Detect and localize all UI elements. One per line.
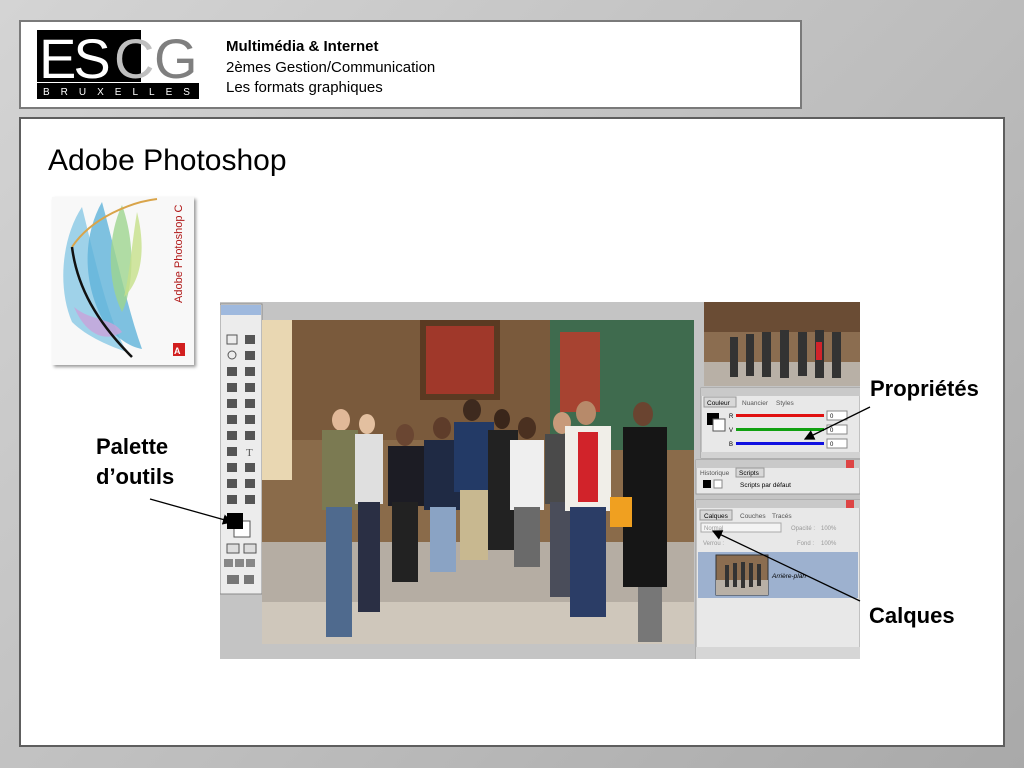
slide-content: Adobe Photoshop A Adobe Photoshop CS2 T … [19,117,1005,747]
course-title: Multimédia & Internet [226,38,379,55]
palette-label-line1: Palette [96,434,169,459]
palette-arrow [149,498,234,525]
palette-label: Palette d’outils [96,432,174,492]
svg-text:G: G [154,30,195,90]
course-topic: Les formats graphiques [226,79,383,96]
svg-text:C: C [114,30,153,90]
logo-sub-text: BRUXELLES [43,87,199,98]
escg-logo: ES C G BRUXELLES [37,30,199,99]
properties-label: Propriétés [870,376,979,401]
header-text: Multimédia & Internet 2èmes Gestion/Comm… [226,37,435,99]
properties-arrow [803,406,871,440]
svg-text:ES: ES [39,30,108,90]
layers-label: Calques [869,603,955,628]
palette-label-line2: d’outils [96,464,175,489]
layers-arrow [711,530,861,602]
course-year: 2èmes Gestion/Communication [226,58,436,76]
header-box: ES C G BRUXELLES Multimédia & Internet 2… [19,20,802,109]
